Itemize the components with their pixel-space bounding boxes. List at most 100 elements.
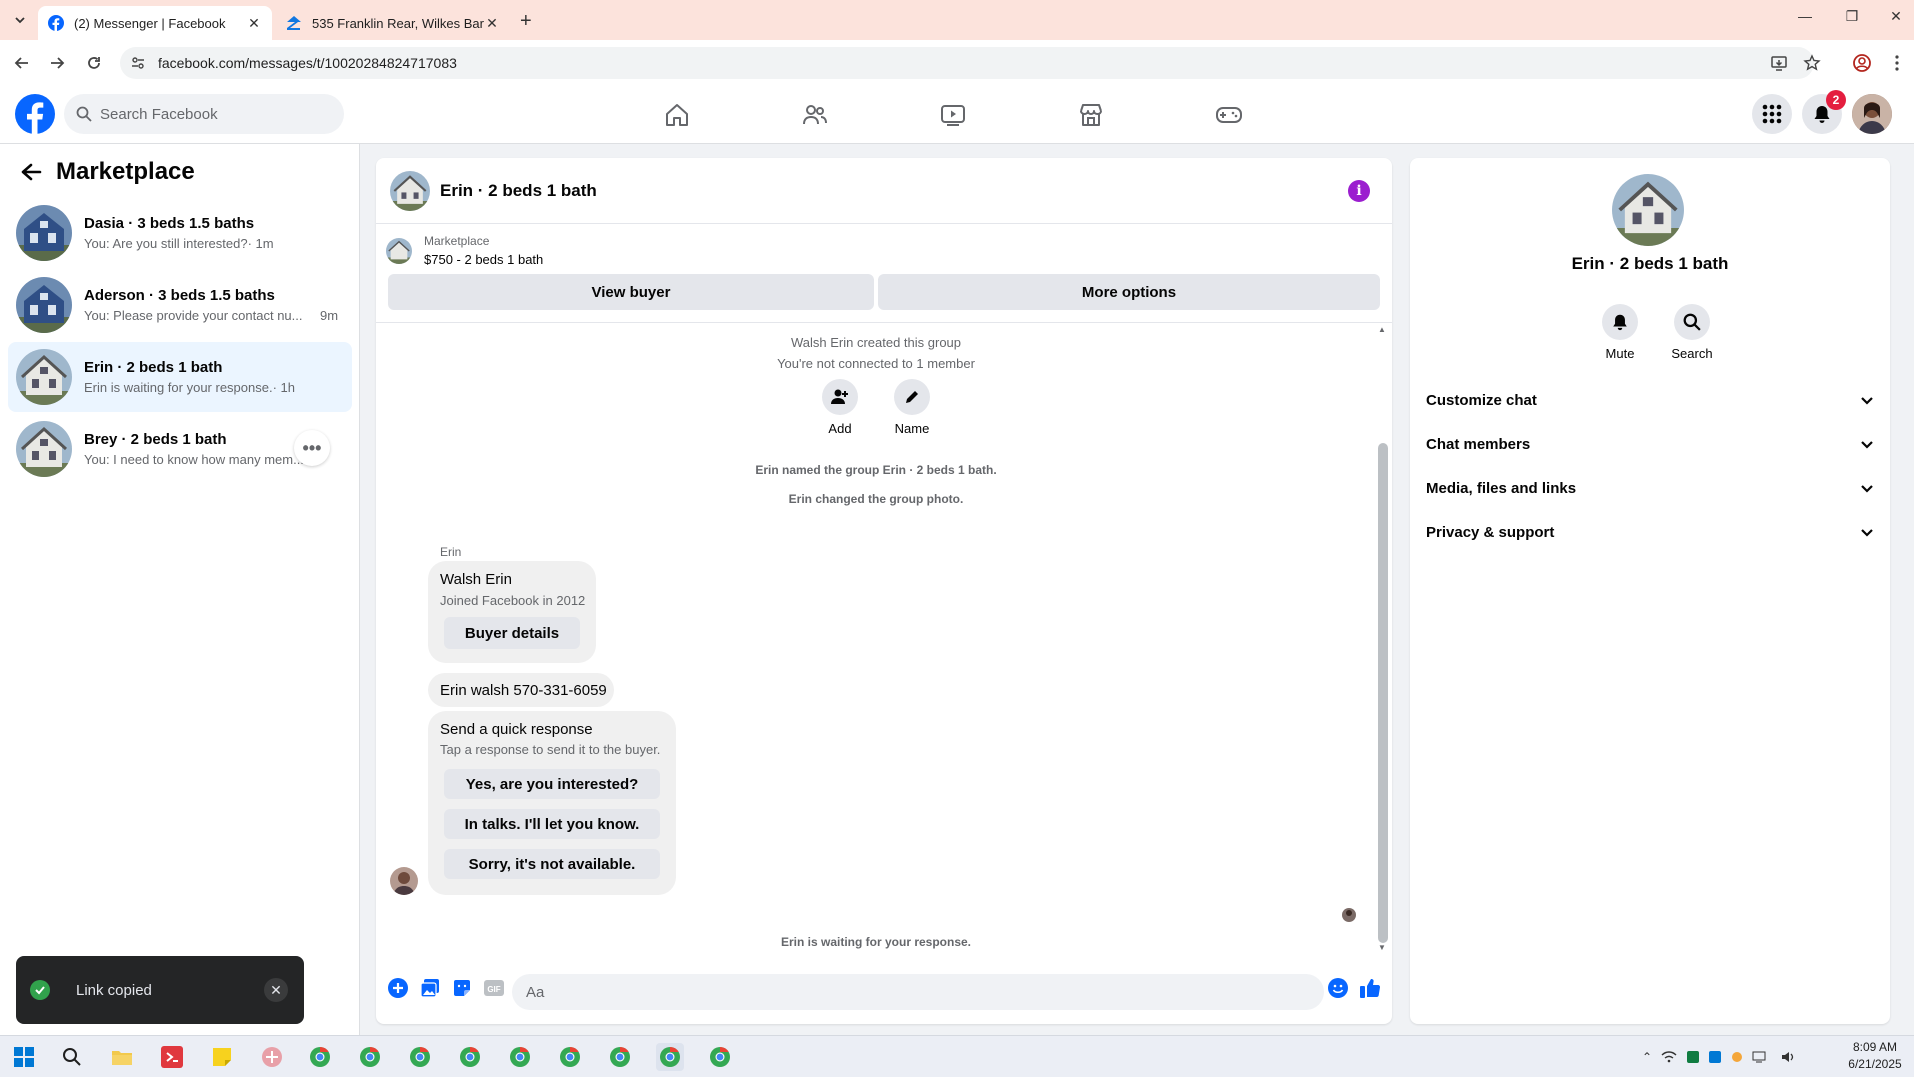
gaming-icon[interactable] [1214,100,1244,130]
facebook-logo-icon[interactable] [15,94,55,134]
conversation-time: · 1h [272,380,295,395]
privacy-support-row[interactable]: Privacy & support [1426,514,1874,550]
file-explorer-icon[interactable] [108,1043,136,1071]
seen-avatar [1342,908,1356,922]
close-tab-icon[interactable]: ✕ [484,15,500,31]
tray-app-icon[interactable] [1684,1048,1702,1066]
photo-icon[interactable] [418,976,442,1000]
gif-icon[interactable]: GIF [482,976,506,1000]
customize-chat-row[interactable]: Customize chat [1426,382,1874,418]
scroll-up-arrow-icon[interactable]: ▲ [1378,325,1388,335]
minimize-icon[interactable]: — [1793,8,1817,24]
sticker-icon[interactable] [450,976,474,1000]
group-photo[interactable] [1612,174,1684,246]
chat-members-row[interactable]: Chat members [1426,426,1874,462]
bookmark-star-icon[interactable] [1800,51,1824,75]
tray-security-icon[interactable] [1706,1048,1724,1066]
facebook-favicon-icon [48,15,64,31]
group-photo[interactable] [390,171,430,211]
section-label: Privacy & support [1426,523,1555,541]
message-input[interactable]: Aa [512,974,1324,1010]
info-icon[interactable]: i [1348,180,1370,202]
friends-icon[interactable] [800,100,830,130]
tray-chevron-up-icon[interactable]: ⌃ [1638,1048,1656,1066]
buyer-card-bubble: Walsh Erin Joined Facebook in 2012 Buyer… [428,561,596,663]
quick-response-in-talks[interactable]: In talks. I'll let you know. [444,809,660,839]
chevron-down-icon [1861,529,1873,537]
marketplace-label: Marketplace [424,234,490,248]
view-buyer-button[interactable]: View buyer [388,274,874,310]
tab-search-chevron-icon[interactable] [8,8,32,32]
forward-arrow-icon[interactable] [45,51,69,75]
quick-response-yes[interactable]: Yes, are you interested? [444,769,660,799]
name-group-button[interactable]: Name [882,379,942,436]
more-options-button[interactable]: More options [878,274,1380,310]
tray-volume-icon[interactable] [1780,1048,1798,1066]
app-red-icon[interactable] [158,1043,186,1071]
tray-display-icon[interactable] [1750,1048,1768,1066]
close-tab-icon[interactable]: ✕ [246,15,262,31]
url-field[interactable]: facebook.com/messages/t/1002028482471708… [120,47,1814,79]
install-app-icon[interactable] [1767,51,1791,75]
conversation-item-dasia[interactable]: Dasia · 3 beds 1.5 baths You: Are you st… [8,198,352,268]
sender-avatar[interactable] [390,867,418,895]
conversation-item-aderson[interactable]: Aderson · 3 beds 1.5 baths You: Please p… [8,270,352,340]
browser-menu-icon[interactable] [1885,51,1909,75]
windows-taskbar: ⌃ 8:09 AM 6/21/2025 [0,1035,1914,1077]
close-toast-icon[interactable]: ✕ [264,978,288,1002]
tray-network-icon[interactable] [1660,1048,1678,1066]
conversation-item-brey[interactable]: Brey · 2 beds 1 bath You: I need to know… [8,414,352,484]
chrome-icon[interactable] [506,1043,534,1071]
emoji-icon[interactable] [1326,976,1350,1000]
chrome-active-icon[interactable] [656,1043,684,1071]
chat-title[interactable]: Erin · 2 beds 1 bath [440,181,597,201]
thumbs-up-icon[interactable] [1358,976,1382,1000]
conversation-item-erin[interactable]: Erin · 2 beds 1 bath Erin is waiting for… [8,342,352,412]
scroll-down-arrow-icon[interactable]: ▼ [1378,943,1388,953]
site-settings-icon[interactable] [130,55,146,71]
search-icon [1683,313,1701,331]
mute-button[interactable]: Mute [1590,304,1650,361]
notification-badge: 2 [1826,90,1846,110]
scrollbar-thumb[interactable] [1378,443,1388,943]
snipping-tool-icon[interactable] [258,1043,286,1071]
chrome-icon[interactable] [306,1043,334,1071]
restore-icon[interactable]: ❐ [1840,8,1864,25]
plus-circle-icon[interactable] [386,976,410,1000]
conversation-name: Dasia · 3 beds 1.5 baths [84,215,255,232]
profile-icon[interactable] [1850,51,1874,75]
buyer-details-button[interactable]: Buyer details [444,617,580,649]
chrome-icon[interactable] [706,1043,734,1071]
media-files-links-row[interactable]: Media, files and links [1426,470,1874,506]
sticky-notes-icon[interactable] [208,1043,236,1071]
chrome-icon[interactable] [356,1043,384,1071]
back-arrow-icon[interactable] [10,51,34,75]
back-arrow-icon[interactable] [20,162,42,182]
chrome-icon[interactable] [606,1043,634,1071]
listing-thumbnail [386,238,412,264]
taskbar-clock[interactable]: 8:09 AM 6/21/2025 [1842,1039,1908,1073]
chrome-icon[interactable] [456,1043,484,1071]
reload-icon[interactable] [82,51,106,75]
new-tab-plus-icon[interactable]: + [520,10,532,33]
tray-weather-icon[interactable] [1728,1048,1746,1066]
account-avatar[interactable] [1852,94,1892,134]
section-label: Customize chat [1426,391,1537,409]
chrome-icon[interactable] [406,1043,434,1071]
video-icon[interactable] [938,100,968,130]
add-member-button[interactable]: Add [810,379,870,436]
home-icon[interactable] [662,100,692,130]
tab-messenger[interactable]: (2) Messenger | Facebook ✕ [38,6,272,40]
search-in-chat-button[interactable]: Search [1662,304,1722,361]
facebook-search-input[interactable]: Search Facebook [64,94,344,134]
windows-start-icon[interactable] [10,1043,38,1071]
more-options-icon[interactable]: ••• [294,430,330,466]
chrome-icon[interactable] [556,1043,584,1071]
tab-zillow[interactable]: 535 Franklin Rear, Wilkes Barre ✕ [276,6,510,40]
menu-grid-icon[interactable] [1752,94,1792,134]
taskbar-search-icon[interactable] [58,1043,86,1071]
close-window-icon[interactable]: ✕ [1884,8,1908,25]
panel-title: Marketplace [56,158,195,185]
quick-response-sorry[interactable]: Sorry, it's not available. [444,849,660,879]
marketplace-icon[interactable] [1076,100,1106,130]
